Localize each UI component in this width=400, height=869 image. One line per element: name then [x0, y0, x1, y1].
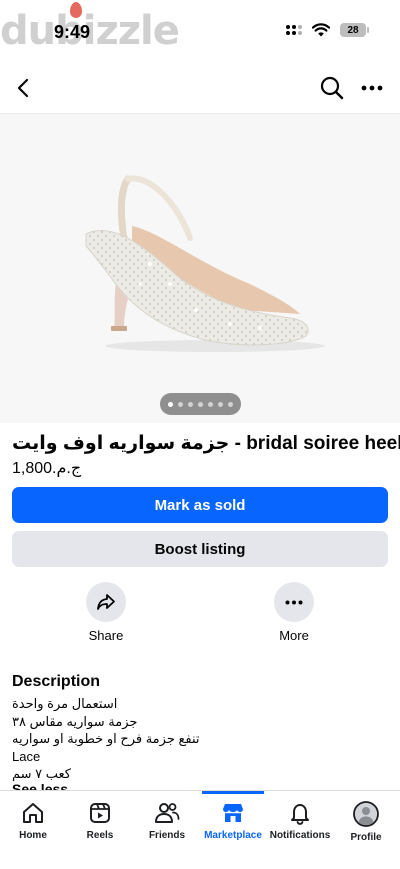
pager-dot: [208, 401, 213, 407]
listing-price: ج.م.1,800: [12, 460, 82, 477]
chevron-left-icon: [17, 78, 29, 98]
description-line: جزمة سواريه مقاس ٣٨: [12, 713, 138, 729]
tab-marketplace-label: Marketplace: [204, 830, 262, 841]
flame-logo-icon: [70, 2, 82, 18]
tab-marketplace[interactable]: Marketplace: [202, 791, 264, 851]
friends-icon: [155, 803, 180, 823]
pager-dot: [188, 401, 193, 407]
more-action[interactable]: More: [254, 582, 334, 643]
bottom-tab-bar: Home Reels Friends Marketplace Notificat…: [0, 790, 400, 869]
reels-icon: [90, 803, 110, 823]
more-label: More: [279, 628, 309, 643]
share-action[interactable]: Share: [66, 582, 146, 643]
tab-friends-label: Friends: [148, 830, 186, 841]
more-horizontal-icon: [361, 85, 383, 91]
status-bar: dubizzle 9:49 28: [0, 0, 400, 62]
search-button[interactable]: [316, 72, 348, 104]
pager-dot: [168, 401, 173, 407]
description-line: تنفع جزمة فرح او خطوبة او سواريه: [12, 731, 200, 746]
back-button[interactable]: [8, 72, 40, 104]
description-heading: Description: [12, 673, 101, 690]
pager-dot: [228, 401, 233, 407]
tab-home-label: Home: [19, 830, 47, 841]
tab-reels-label: Reels: [86, 830, 114, 841]
tab-friends[interactable]: Friends: [141, 791, 193, 851]
tab-profile-label: Profile: [350, 832, 382, 843]
bell-icon: [291, 804, 309, 825]
pager-dot: [218, 401, 223, 407]
tab-reels[interactable]: Reels: [75, 791, 125, 851]
wifi-icon: [312, 23, 330, 37]
description-line: استعمال مرة واحدة: [12, 696, 118, 711]
battery-icon: 28: [340, 23, 369, 37]
tab-notifications-label: Notifications: [269, 830, 331, 841]
photo-pager[interactable]: [160, 393, 241, 415]
listing-title: جزمة سواريه اوف وايت - bridal soiree hee…: [12, 433, 400, 454]
description-line: Lace: [12, 748, 41, 764]
home-icon: [23, 803, 43, 823]
pager-dot: [198, 401, 203, 407]
marketplace-icon: [223, 804, 243, 822]
search-icon: [320, 76, 344, 100]
more-button[interactable]: [274, 582, 314, 622]
status-icons: 28: [286, 23, 369, 37]
listing-photo[interactable]: [0, 113, 400, 423]
cellular-signal-icon: [286, 25, 302, 35]
boost-listing-button[interactable]: Boost listing: [12, 531, 388, 567]
description-text: استعمال مرة واحدة جزمة سواريه مقاس ٣٨ تن…: [12, 695, 392, 783]
pager-dot: [178, 401, 183, 407]
share-button[interactable]: [86, 582, 126, 622]
tab-profile[interactable]: Profile: [343, 791, 389, 851]
more-horizontal-icon: [285, 600, 303, 604]
profile-avatar-icon: [353, 801, 379, 827]
top-nav-bar: [0, 66, 400, 110]
tab-home[interactable]: Home: [8, 791, 58, 851]
share-label: Share: [88, 628, 124, 643]
status-time: 9:49: [54, 22, 91, 42]
share-arrow-icon: [97, 594, 115, 610]
mark-as-sold-button[interactable]: Mark as sold: [12, 487, 388, 523]
more-options-button[interactable]: [356, 72, 388, 104]
description-line: كعب ٧ سم: [12, 766, 71, 781]
tab-notifications[interactable]: Notifications: [268, 791, 332, 851]
lace-heel-shoe-image: [85, 175, 325, 352]
